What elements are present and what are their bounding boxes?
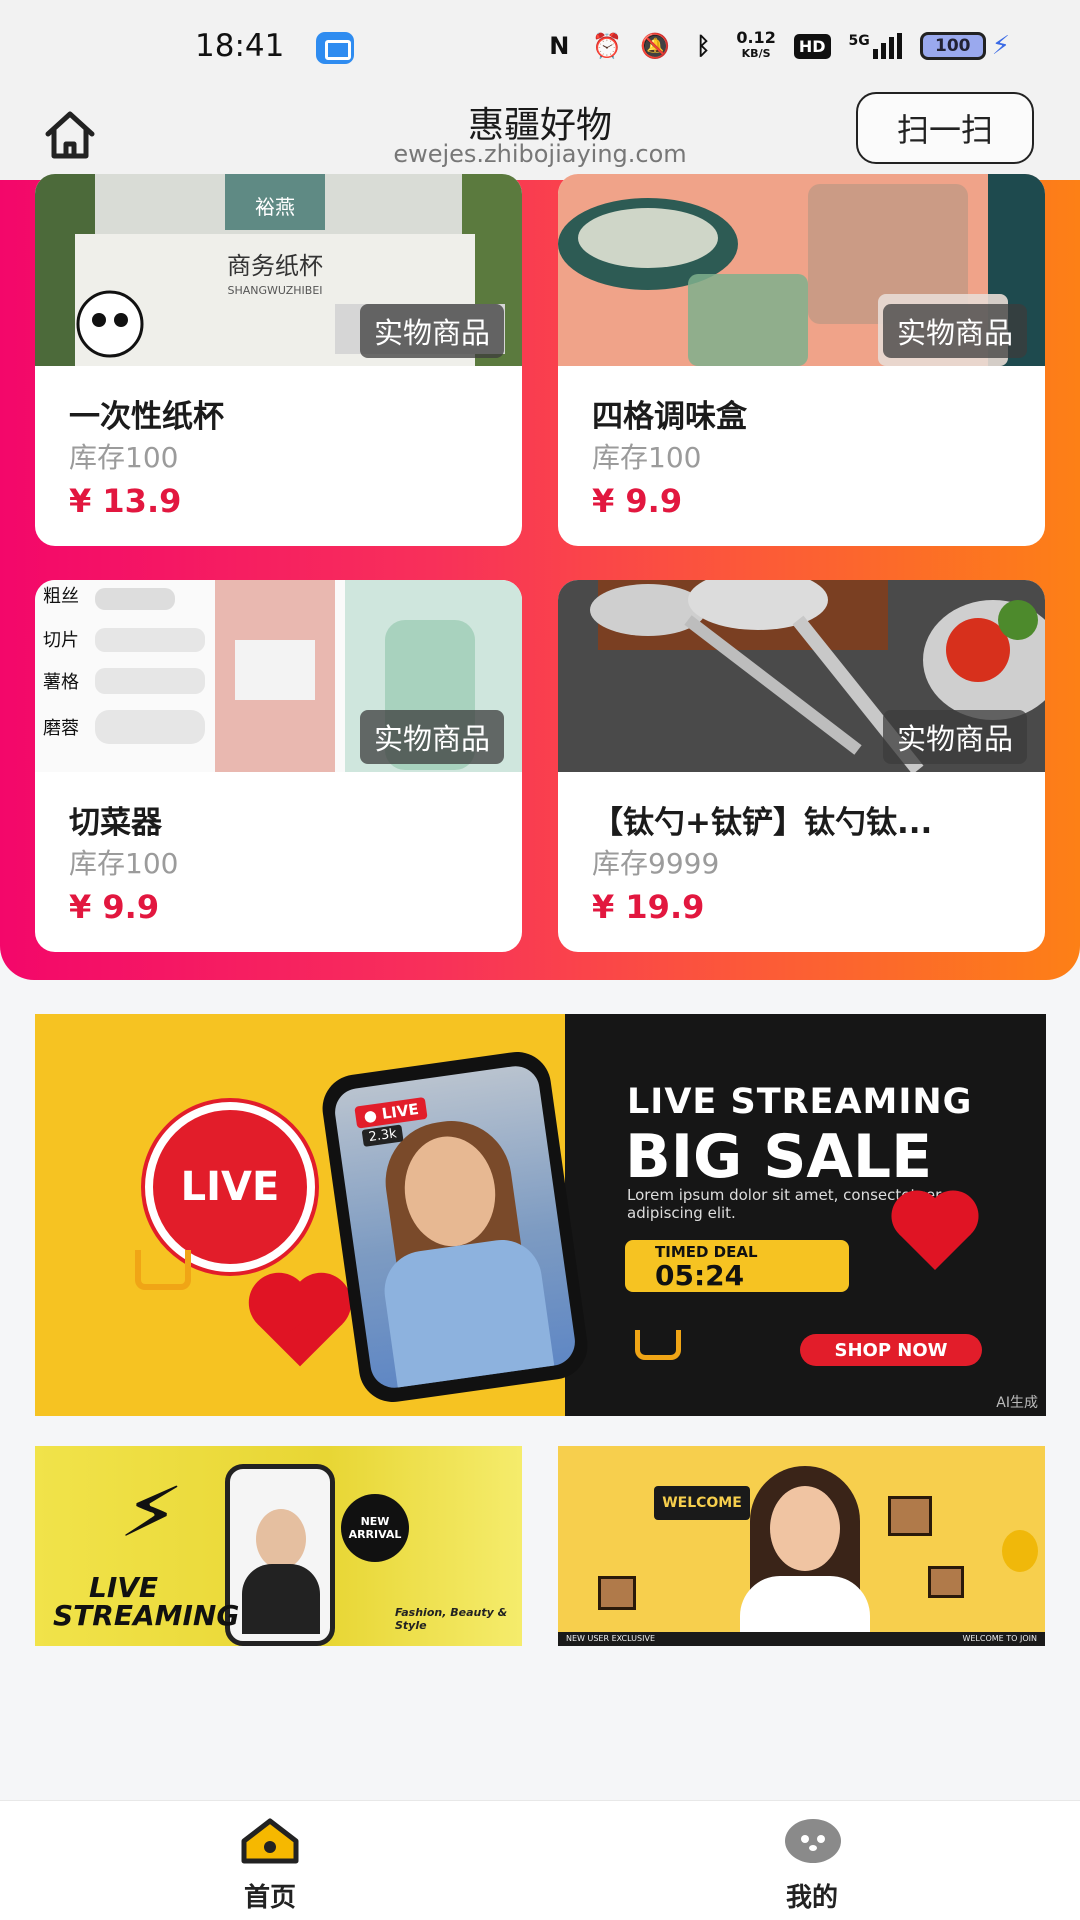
timed-deal: TIMED DEAL 05:24: [625, 1240, 849, 1292]
viewer-count: 2.3k: [361, 1124, 404, 1147]
product-card[interactable]: 实物商品 【钛勺+钛铲】钛勺钛... 库存9999 ¥ 19.9: [558, 580, 1045, 952]
home-tab-icon: [241, 1818, 299, 1864]
live-badge: LIVE: [145, 1102, 315, 1272]
signal-icon: 5G: [849, 33, 902, 59]
product-price: ¥ 19.9: [592, 888, 705, 926]
product-type-tag: 实物商品: [882, 304, 1027, 358]
svg-text:粗丝: 粗丝: [43, 586, 79, 607]
charging-icon: ⚡: [991, 31, 1010, 61]
phone-live-chip: ● LIVE: [354, 1096, 428, 1129]
tab-me[interactable]: 我的: [732, 1817, 892, 1917]
profile-tab-icon: [785, 1819, 841, 1863]
live-streaming-sub-banner[interactable]: ⚡ NEW ARRIVAL LIVE STREAMING Fashion, Be…: [35, 1446, 522, 1646]
product-stock: 库存100: [592, 441, 702, 474]
mute-icon: 🔕: [640, 32, 671, 60]
product-type-tag: 实物商品: [359, 710, 504, 764]
gift-icon: [928, 1566, 964, 1598]
product-stock: 库存9999: [592, 847, 720, 880]
heart-icon: [257, 1281, 343, 1367]
product-stock: 库存100: [69, 441, 179, 474]
phone-illustration: [225, 1464, 335, 1646]
hd-icon: HD: [793, 33, 831, 59]
product-price: ¥ 9.9: [592, 482, 683, 520]
sub-banner-caption: Fashion, Beauty & Style: [395, 1606, 508, 1632]
product-name: 切菜器: [69, 805, 162, 841]
svg-text:磨蓉: 磨蓉: [43, 718, 79, 739]
product-stock: 库存100: [69, 847, 179, 880]
banner-headline-2: BIG SALE: [625, 1122, 933, 1192]
status-time: 18:41: [195, 28, 285, 64]
welcome-badge: WELCOME: [654, 1486, 750, 1520]
ai-watermark: AI生成: [996, 1395, 1038, 1411]
bottom-tab-bar: 首页 我的: [0, 1800, 1080, 1920]
new-arrival-badge: NEW ARRIVAL: [341, 1494, 409, 1562]
person-illustration: [740, 1466, 870, 1646]
svg-text:裕燕: 裕燕: [255, 195, 295, 219]
alarm-icon: ⏰: [592, 32, 623, 60]
product-card[interactable]: 实物商品 四格调味盒 库存100 ¥ 9.9: [558, 174, 1045, 546]
tab-home[interactable]: 首页: [190, 1817, 350, 1917]
product-type-tag: 实物商品: [359, 304, 504, 358]
nfc-icon: N: [549, 32, 570, 60]
svg-text:SHANGWUZHIBEI: SHANGWUZHIBEI: [227, 284, 322, 297]
sub-banner-title: LIVE STREAMING: [53, 1571, 240, 1632]
battery-icon: 100: [919, 32, 986, 60]
product-name: 【钛勺+钛铲】钛勺钛...: [592, 805, 933, 841]
welcome-footer-bar: WELCOME TO JOIN NEW USER EXCLUSIVE: [558, 1632, 1045, 1646]
svg-text:薯格: 薯格: [43, 672, 79, 693]
product-grid-section: 裕燕 商务纸杯 SHANGWUZHIBEI 实物商品 一次性纸杯 库存100 ¥…: [0, 174, 1080, 980]
balloon-icon: [1002, 1530, 1038, 1572]
svg-text:切片: 切片: [43, 630, 79, 651]
tab-me-label: 我的: [785, 1883, 838, 1913]
net-speed: 0.12 KB/S: [736, 28, 776, 61]
scan-button[interactable]: 扫一扫: [856, 92, 1034, 164]
live-streaming-banner[interactable]: LIVE ● LIVE 2.3k LIVE STREAMING BIG SALE…: [35, 1014, 1046, 1416]
product-card[interactable]: 裕燕 商务纸杯 SHANGWUZHIBEI 实物商品 一次性纸杯 库存100 ¥…: [35, 174, 522, 546]
product-type-tag: 实物商品: [882, 710, 1027, 764]
product-price: ¥ 13.9: [69, 482, 182, 520]
bluetooth-icon: ᛒ: [696, 32, 711, 60]
tab-home-label: 首页: [243, 1883, 296, 1913]
status-bar: 18:41 N ⏰ 🔕 ᛒ 0.12 KB/S HD 5G 100 ⚡: [0, 0, 1080, 96]
cart-icon: [135, 1250, 191, 1290]
product-card[interactable]: 粗丝 切片 薯格 磨蓉 实物商品 切菜器 库存100 ¥ 9.9: [35, 580, 522, 952]
product-name: 一次性纸杯: [69, 399, 224, 435]
app-notification-icon: [316, 32, 354, 64]
cart-icon: [635, 1330, 681, 1360]
product-price: ¥ 9.9: [69, 888, 160, 926]
lightning-icon: ⚡: [115, 1461, 187, 1564]
product-name: 四格调味盒: [592, 399, 747, 435]
welcome-sub-banner[interactable]: WELCOME WELCOME TO JOIN NEW USER EXCLUSI…: [558, 1446, 1045, 1646]
phone-illustration: ● LIVE 2.3k: [318, 1047, 592, 1407]
gift-icon: [888, 1496, 932, 1536]
shop-now-button[interactable]: SHOP NOW: [800, 1334, 982, 1366]
banner-headline-1: LIVE STREAMING: [627, 1082, 973, 1122]
app-header: 惠疆好物 ewejes.zhibojiaying.com 扫一扫: [0, 92, 1080, 180]
gift-icon: [598, 1576, 636, 1610]
svg-text:商务纸杯: 商务纸杯: [227, 252, 323, 280]
status-icons: N ⏰ 🔕 ᛒ 0.12 KB/S HD 5G 100 ⚡: [544, 30, 1010, 62]
